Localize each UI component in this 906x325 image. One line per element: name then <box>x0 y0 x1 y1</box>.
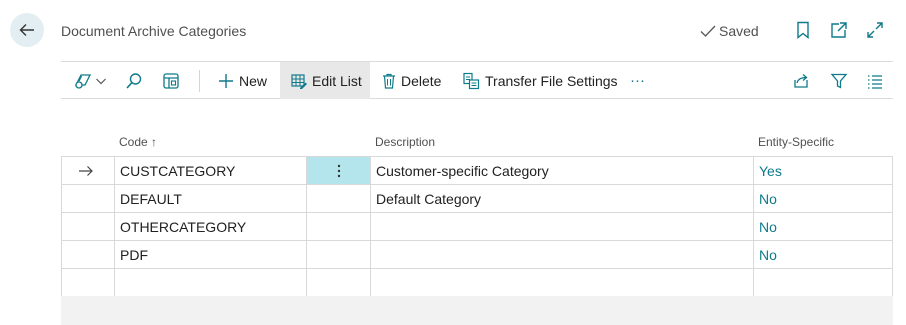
new-button[interactable]: New <box>218 62 267 99</box>
bookmark-button[interactable] <box>793 20 813 40</box>
search-icon <box>126 72 142 89</box>
plus-icon <box>219 73 233 88</box>
description-cell[interactable]: Customer-specific Category <box>376 157 549 184</box>
edit-list-icon <box>291 73 307 89</box>
more-vertical-icon <box>337 164 340 177</box>
back-button[interactable] <box>10 13 44 47</box>
edit-list-button[interactable]: Edit List <box>280 62 370 99</box>
delete-button[interactable]: Delete <box>382 62 441 99</box>
saved-status: Saved <box>700 23 759 39</box>
action-bar: New Edit List Delete Transfer File Setti… <box>61 61 893 99</box>
column-header-code[interactable]: Code ↑ <box>119 135 157 149</box>
table-row[interactable]: DEFAULT Default Category No <box>62 185 892 213</box>
trash-icon <box>383 73 395 89</box>
filter-pane-button[interactable] <box>162 62 180 99</box>
description-cell[interactable]: Default Category <box>376 185 481 212</box>
column-header-description[interactable]: Description <box>375 135 435 149</box>
checkmark-icon <box>700 25 716 37</box>
open-in-new-window-icon <box>831 22 847 38</box>
edit-list-label: Edit List <box>312 72 362 89</box>
more-options-label: ··· <box>630 72 645 89</box>
list-view-button[interactable] <box>866 62 884 99</box>
delete-label: Delete <box>401 72 442 89</box>
list-footer <box>61 296 893 325</box>
code-cell[interactable]: DEFAULT <box>120 185 182 212</box>
transfer-file-settings-button[interactable]: Transfer File Settings <box>462 62 618 99</box>
new-label: New <box>239 72 268 89</box>
sort-ascending-icon: ↑ <box>151 135 158 149</box>
arrow-left-icon <box>19 24 34 36</box>
code-cell[interactable]: OTHERCATEGORY <box>120 213 246 240</box>
page-title: Document Archive Categories <box>61 23 247 39</box>
filter-pane-icon <box>163 72 179 89</box>
table-row[interactable]: PDF No <box>62 241 892 269</box>
chevron-down-icon <box>96 78 106 84</box>
filter-button[interactable] <box>830 62 848 99</box>
code-cell[interactable]: PDF <box>120 241 148 268</box>
table-row[interactable]: CUSTCATEGORY Customer-specific Category … <box>62 157 892 185</box>
saved-label: Saved <box>719 23 759 39</box>
filter-icon <box>830 73 848 89</box>
categories-table: Code ↑ Description Entity-Specific CUSTC… <box>61 126 893 297</box>
new-record-row[interactable] <box>62 269 892 297</box>
transfer-file-icon <box>463 72 480 89</box>
entity-specific-cell[interactable]: Yes <box>759 157 782 184</box>
entity-specific-cell[interactable]: No <box>759 185 777 212</box>
search-button[interactable] <box>125 62 143 99</box>
views-button[interactable] <box>73 62 107 99</box>
toolbar-divider <box>199 70 200 92</box>
row-indicator-arrow-icon <box>78 157 94 184</box>
table-body: CUSTCATEGORY Customer-specific Category … <box>61 156 893 297</box>
bookmark-icon <box>797 21 809 39</box>
table-row[interactable]: OTHERCATEGORY No <box>62 213 892 241</box>
entity-specific-cell[interactable]: No <box>759 241 777 268</box>
expand-button[interactable] <box>865 20 885 40</box>
row-actions-button[interactable] <box>307 157 370 184</box>
open-new-window-button[interactable] <box>829 20 849 40</box>
views-icon <box>74 73 92 89</box>
expand-icon <box>867 22 883 38</box>
more-options-button[interactable]: ··· <box>630 62 645 99</box>
list-view-icon <box>868 74 882 89</box>
entity-specific-cell[interactable]: No <box>759 213 777 240</box>
column-header-entity-specific[interactable]: Entity-Specific <box>758 135 834 149</box>
code-cell[interactable]: CUSTCATEGORY <box>120 157 235 184</box>
share-button[interactable] <box>792 62 810 99</box>
transfer-file-settings-label: Transfer File Settings <box>485 72 618 89</box>
table-header: Code ↑ Description Entity-Specific <box>61 126 893 156</box>
share-icon <box>794 73 808 88</box>
